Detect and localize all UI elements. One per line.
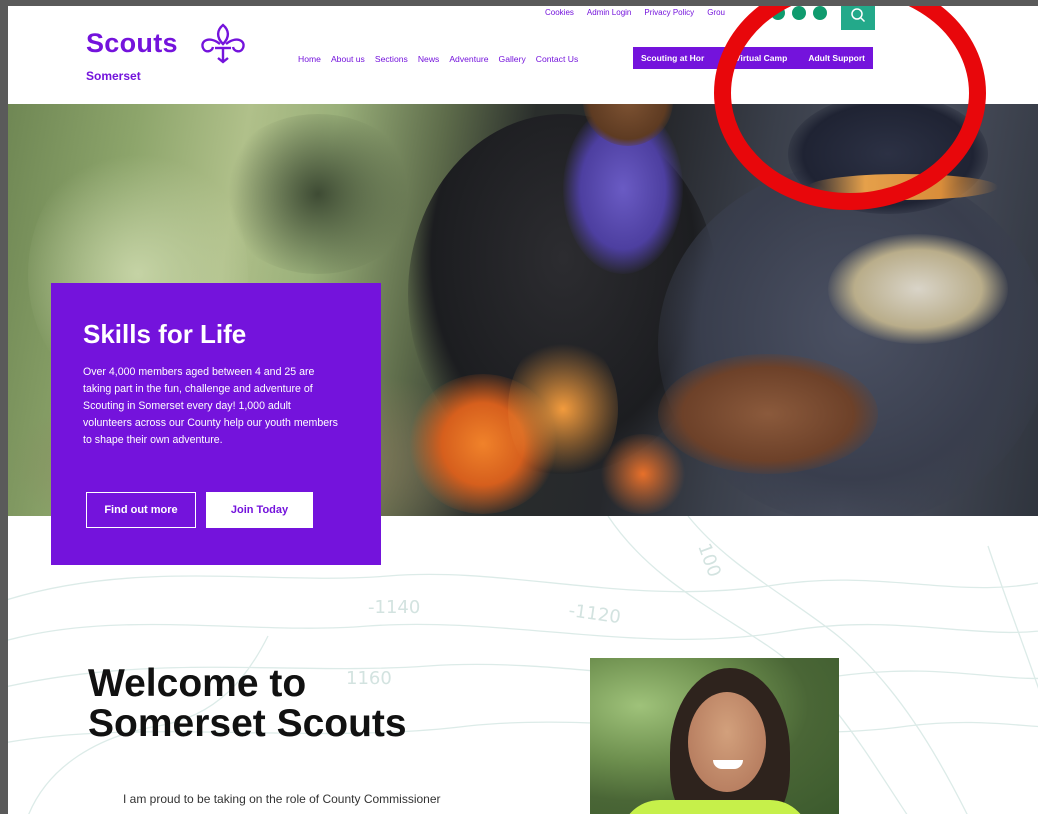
nav-contact-us[interactable]: Contact Us (536, 54, 579, 64)
utility-links: Cookies Admin Login Privacy Policy Grou (545, 8, 725, 17)
site-logo[interactable]: Scouts Somerset (86, 23, 245, 83)
contour-label-100: 100 (693, 541, 724, 580)
hero-buttons: Find out more Join Today (86, 492, 313, 528)
county-commissioner-photo (590, 658, 839, 814)
hero-card: Skills for Life Over 4,000 members aged … (51, 283, 381, 565)
welcome-heading-line-2: Somerset Scouts (88, 702, 407, 745)
nav-adventure[interactable]: Adventure (449, 54, 488, 64)
nav-about-us[interactable]: About us (331, 54, 365, 64)
hero-description: Over 4,000 members aged between 4 and 25… (83, 366, 338, 446)
hero-photo-scarf (828, 234, 1008, 344)
welcome-heading-line-1: Welcome to (88, 662, 307, 705)
nav-sections[interactable]: Sections (375, 54, 408, 64)
util-link-cookies[interactable]: Cookies (545, 8, 574, 17)
find-out-more-button[interactable]: Find out more (86, 492, 196, 528)
util-link-admin-login[interactable]: Admin Login (587, 8, 631, 17)
nav-news[interactable]: News (418, 54, 440, 64)
logo-subtitle: Somerset (86, 69, 141, 83)
hero-photo-trees (218, 114, 418, 274)
welcome-body-text: I am proud to be taking on the role of C… (123, 792, 441, 806)
hero-photo-hands (658, 354, 878, 474)
portrait-face (688, 692, 766, 792)
util-link-groups[interactable]: Grou (707, 8, 725, 17)
logo-wordmark: Scouts (86, 28, 178, 58)
portrait-smile (713, 760, 743, 769)
portrait-hi-vis-vest (620, 800, 810, 814)
nav-home[interactable]: Home (298, 54, 321, 64)
hero-photo-embers (598, 434, 688, 514)
join-today-button[interactable]: Join Today (206, 492, 313, 528)
nav-scouting-at-home-button[interactable]: Scouting at Hor (633, 47, 713, 69)
main-nav: Home About us Sections News Adventure Ga… (298, 54, 588, 64)
welcome-heading: Welcome to Somerset Scouts (88, 664, 407, 744)
fleur-de-lis-icon (201, 23, 245, 64)
browser-viewport: Scouts Somerset Cookies Admin Login Priv… (8, 6, 1038, 814)
util-link-privacy-policy[interactable]: Privacy Policy (644, 8, 694, 17)
hero-title: Skills for Life (83, 319, 247, 349)
contour-label-1120: -1120 (567, 600, 622, 628)
contour-label-1140: -1140 (368, 597, 420, 618)
nav-gallery[interactable]: Gallery (499, 54, 526, 64)
